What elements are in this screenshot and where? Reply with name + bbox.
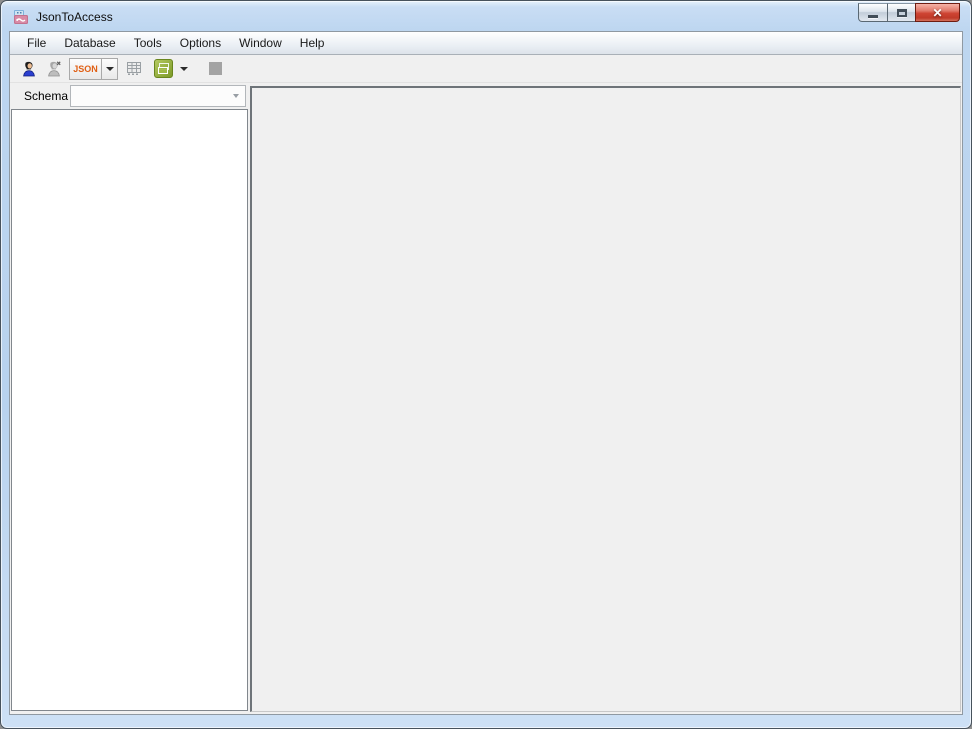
chevron-down-icon	[105, 66, 114, 71]
chevron-down-icon	[180, 66, 188, 71]
maximize-button[interactable]	[887, 3, 916, 22]
minimize-button[interactable]	[858, 3, 888, 22]
person-x-icon	[48, 60, 61, 76]
export-table-button[interactable]	[122, 58, 146, 80]
close-button[interactable]: ✕	[915, 3, 960, 22]
app-icon	[14, 9, 28, 24]
json-source-button[interactable]: JSON	[69, 57, 102, 80]
schema-label: Schema	[24, 89, 69, 103]
json-source-dropdown-button[interactable]	[102, 57, 118, 80]
convert-button[interactable]	[151, 58, 175, 80]
disconnect-button[interactable]	[42, 58, 66, 80]
chevron-down-icon	[233, 94, 239, 98]
json-source-split-button: JSON	[69, 57, 118, 80]
toolbar: JSON	[10, 55, 962, 83]
app-window: JsonToAccess ✕ File Database Tools Optio…	[0, 0, 972, 729]
json-text-badge: JSON	[73, 63, 98, 74]
minimize-icon	[868, 15, 878, 18]
main-content-panel	[250, 86, 961, 712]
menu-item-database[interactable]: Database	[55, 33, 124, 54]
cascade-windows-icon	[153, 59, 173, 78]
menu-item-options[interactable]: Options	[171, 33, 230, 54]
client-area: File Database Tools Options Window Help	[9, 31, 963, 715]
title-bar[interactable]: JsonToAccess ✕	[2, 2, 970, 31]
maximize-icon	[896, 8, 907, 17]
menu-item-tools[interactable]: Tools	[125, 33, 171, 54]
convert-dropdown-button[interactable]	[176, 58, 192, 80]
close-icon: ✕	[932, 5, 943, 20]
stop-button[interactable]	[203, 58, 227, 80]
schema-combobox[interactable]	[70, 85, 246, 107]
menu-item-file[interactable]: File	[18, 33, 55, 54]
person-icon	[23, 61, 35, 76]
main-area: Schema	[10, 83, 962, 714]
stop-square-icon	[208, 62, 222, 75]
schema-tree-panel[interactable]	[11, 109, 248, 711]
menu-bar: File Database Tools Options Window Help	[10, 32, 962, 55]
menu-item-window[interactable]: Window	[230, 33, 291, 54]
window-controls: ✕	[858, 3, 960, 22]
connect-button[interactable]	[17, 58, 41, 80]
menu-item-help[interactable]: Help	[291, 33, 334, 54]
convert-split-button	[151, 58, 193, 80]
table-icon	[127, 62, 141, 75]
window-title: JsonToAccess	[36, 9, 113, 24]
